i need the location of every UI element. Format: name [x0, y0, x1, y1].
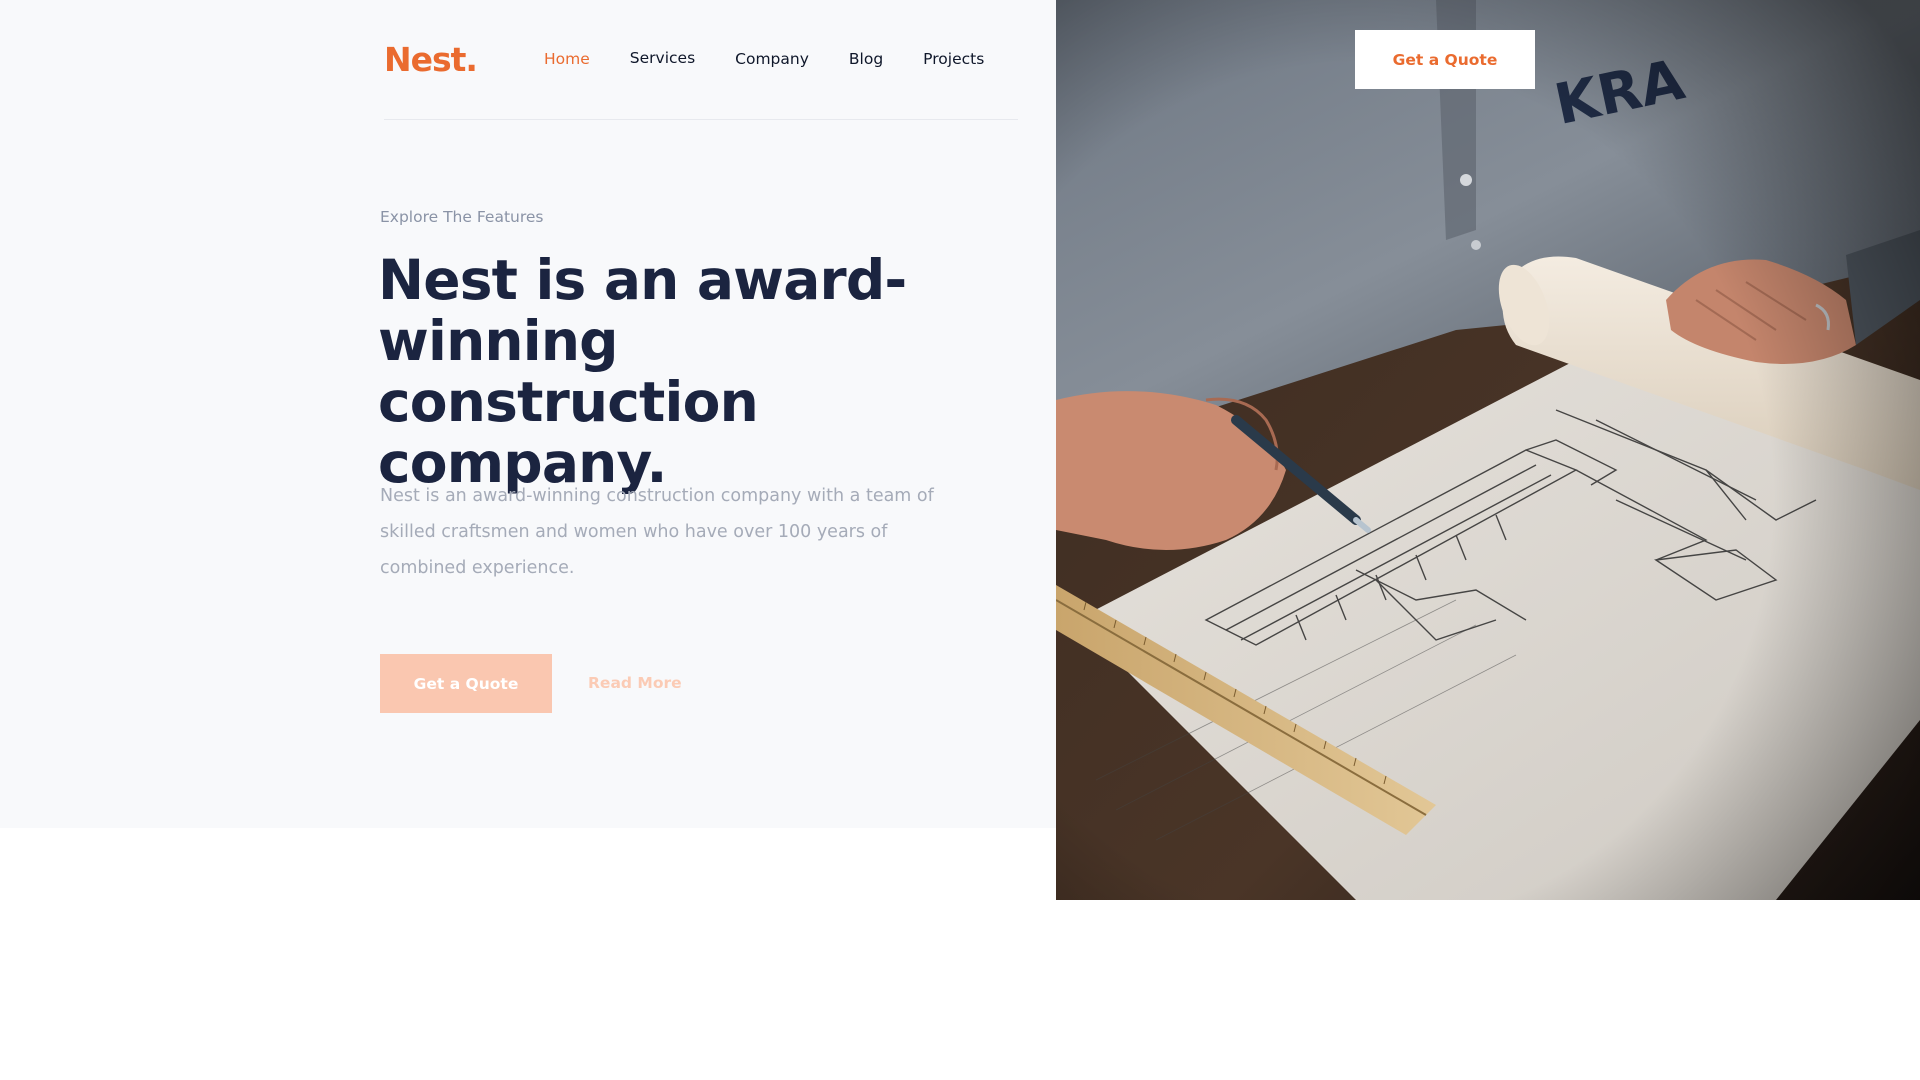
nav-item-services[interactable]: Services — [630, 49, 695, 67]
logo[interactable]: Nest. — [384, 40, 478, 79]
nav-item-projects[interactable]: Projects — [923, 50, 984, 68]
hero-photo: KRA — [1056, 0, 1920, 900]
hero-eyebrow: Explore The Features — [380, 208, 544, 226]
hero-headline: Nest is an award-winning construction co… — [378, 248, 907, 495]
nav-item-blog[interactable]: Blog — [849, 50, 883, 68]
nav-item-company[interactable]: Company — [735, 50, 809, 68]
main-nav: Home Services Company Blog Projects — [544, 49, 1024, 68]
header-get-quote-button[interactable]: Get a Quote — [1355, 30, 1535, 89]
hero-lead: Nest is an award-winning construction co… — [380, 486, 934, 578]
hero-section: Nest. Home Services Company Blog Project… — [0, 0, 1056, 828]
get-quote-button[interactable]: Get a Quote — [380, 654, 552, 713]
nav-item-home[interactable]: Home — [544, 50, 590, 68]
read-more-link[interactable]: Read More — [588, 674, 682, 692]
architect-drawing-blueprint-photo: KRA — [1056, 0, 1920, 900]
header-divider — [384, 119, 1018, 120]
